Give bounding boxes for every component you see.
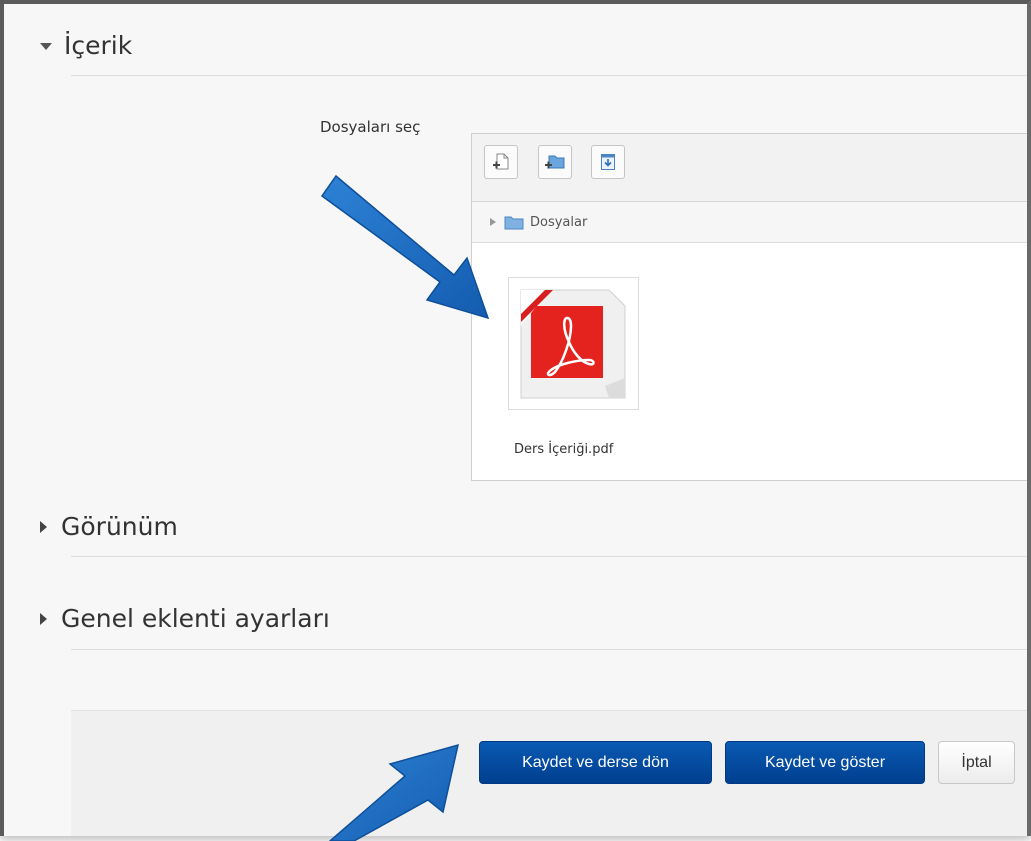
save-and-display-button[interactable]: Kaydet ve göster bbox=[725, 741, 925, 784]
download-all-button[interactable] bbox=[591, 145, 625, 179]
file-picker-label: Dosyaları seç bbox=[320, 118, 421, 136]
section-divider bbox=[71, 649, 1027, 650]
add-file-icon bbox=[493, 153, 509, 170]
section-title-common-settings: Genel eklenti ayarları bbox=[61, 604, 330, 633]
section-divider bbox=[71, 556, 1027, 557]
breadcrumb-folder-label[interactable]: Dosyalar bbox=[530, 215, 587, 230]
save-and-return-button[interactable]: Kaydet ve derse dön bbox=[479, 741, 712, 784]
section-divider bbox=[71, 75, 1027, 76]
add-file-button[interactable] bbox=[484, 145, 518, 179]
section-header-content[interactable]: İçerik bbox=[40, 31, 132, 60]
file-manager: Dosyalar Ders İçeriği.pdf bbox=[471, 133, 1027, 481]
breadcrumb-arrow-icon bbox=[490, 218, 496, 226]
caret-down-icon bbox=[40, 43, 52, 50]
pdf-file-icon bbox=[520, 289, 626, 399]
file-manager-toolbar bbox=[472, 134, 1027, 202]
caret-right-icon bbox=[40, 520, 47, 533]
section-header-appearance[interactable]: Görünüm bbox=[40, 512, 178, 541]
download-all-icon bbox=[601, 154, 615, 170]
caret-right-icon bbox=[40, 612, 47, 625]
section-header-common-settings[interactable]: Genel eklenti ayarları bbox=[40, 604, 330, 633]
create-folder-icon bbox=[545, 155, 565, 169]
create-folder-button[interactable] bbox=[538, 145, 572, 179]
section-title-content: İçerik bbox=[64, 31, 133, 60]
file-manager-breadcrumb: Dosyalar bbox=[472, 202, 1027, 243]
file-name[interactable]: Ders İçeriği.pdf bbox=[514, 442, 613, 457]
form-window: İçerik Dosyaları seç Dosyalar Ders İçeri… bbox=[0, 0, 1031, 836]
section-title-appearance: Görünüm bbox=[61, 512, 178, 541]
folder-icon bbox=[504, 216, 524, 229]
cancel-button[interactable]: İptal bbox=[938, 741, 1015, 784]
file-item[interactable] bbox=[508, 277, 639, 410]
